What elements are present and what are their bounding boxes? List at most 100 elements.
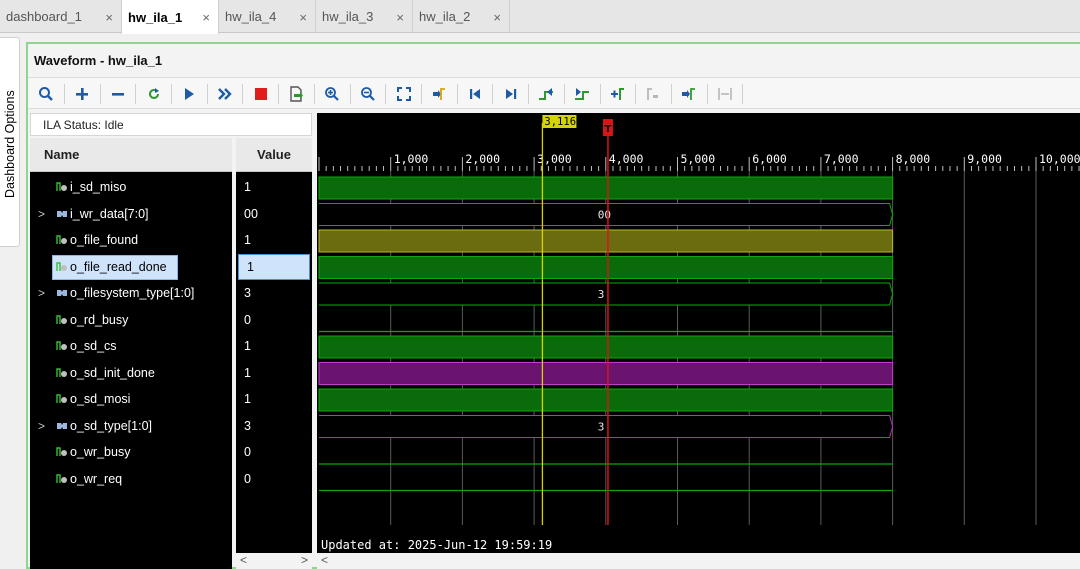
signal-value[interactable]: 1 [236,227,312,253]
signal-value[interactable]: 00 [236,201,312,227]
toolbar-separator [742,84,743,104]
ruler-tick-label: 4,000 [609,152,644,166]
run-all-icon[interactable] [215,84,235,104]
waveform-hscrollbar[interactable]: < [317,553,1080,569]
marker-icon[interactable] [429,84,449,104]
add-icon[interactable] [72,84,92,104]
search-icon[interactable] [36,84,56,104]
signal-row-o-sd-type[interactable]: > o_sd_type[1:0] [30,413,232,439]
scroll-left-arrow[interactable]: < [321,553,328,567]
toolbar-separator [421,84,422,104]
run-icon[interactable] [179,84,199,104]
close-icon[interactable]: × [299,10,307,25]
signal-value[interactable]: 0 [236,307,312,333]
tab-label: hw_ila_3 [322,9,374,24]
toolbar-separator [278,84,279,104]
toolbar-separator [314,84,315,104]
next-marker-icon[interactable] [679,84,699,104]
signal-name: o_rd_busy [70,312,129,327]
signal-row-o-filesystem-type[interactable]: > o_filesystem_type[1:0] [30,280,232,306]
signal-row-i-sd-miso[interactable]: i_sd_miso [30,174,232,200]
signal-name: i_wr_data[7:0] [70,206,149,221]
value-column-header[interactable]: Value [236,138,312,172]
swap-cursor-icon[interactable] [715,84,735,104]
expand-chevron-icon[interactable]: > [38,286,45,300]
close-icon[interactable]: × [493,10,501,25]
signal-name-panel: Name i_sd_miso > i_wr_data[7:0] o_file_foun… [30,138,232,569]
waveform-canvas[interactable]: 1,000 2,000 3,000 4,000 5,000 6,000 7,000 8,000… [317,113,1080,569]
remove-icon[interactable] [108,84,128,104]
go-last-icon[interactable] [501,84,521,104]
toolbar-separator [457,84,458,104]
signal-value[interactable]: 1 [236,386,312,412]
expand-chevron-icon[interactable]: > [38,419,45,433]
go-first-icon[interactable] [465,84,485,104]
signal-value[interactable]: 3 [236,280,312,306]
bus-signal-icon [57,210,67,217]
signal-row-o-rd-busy[interactable]: o_rd_busy [30,307,232,333]
bus-signal-icon [57,290,67,296]
next-transition-icon[interactable] [572,84,592,104]
signal-row-o-file-found[interactable]: o_file_found [30,227,232,253]
ruler-tick-label: 1,000 [394,152,429,166]
tab-dashboard-1[interactable]: dashboard_1 × [0,0,122,33]
zoom-in-icon[interactable] [322,84,342,104]
close-icon[interactable]: × [105,10,113,25]
bus-value-label: 3 [598,421,605,434]
value-hscrollbar[interactable]: < > [236,553,312,569]
tab-label: dashboard_1 [6,9,82,24]
toolbar-separator [100,84,101,104]
signal-value[interactable]: 1 [236,174,312,200]
dashboard-options-tab[interactable]: Dashboard Options [0,37,20,247]
tab-hw-ila-3[interactable]: hw_ila_3 × [316,0,413,33]
signal-row-o-wr-busy[interactable]: o_wr_busy [30,439,232,465]
zoom-out-icon[interactable] [358,84,378,104]
signal-name: o_sd_cs [70,339,117,353]
updated-timestamp: Updated at: 2025-Jun-12 19:59:19 [321,538,553,552]
signal-name: o_file_read_done [70,259,167,274]
signal-value[interactable]: 1 [236,333,312,359]
export-icon[interactable] [286,84,306,104]
signal-value[interactable]: 0 [236,466,312,492]
waveform-title: Waveform - hw_ila_1 [34,53,163,68]
refresh-icon[interactable] [144,84,164,104]
bus-waveform [319,415,894,438]
signal-row-o-wr-req[interactable]: o_wr_req [30,466,232,492]
signal-name: o_file_found [70,233,139,247]
toolbar-separator [564,84,565,104]
bus-value-label: 3 [598,288,605,301]
expand-chevron-icon[interactable]: > [38,207,45,221]
prev-transition-icon[interactable] [536,84,556,104]
signal-row-i-wr-data[interactable]: > i_wr_data[7:0] [30,201,232,227]
signal-value[interactable]: 1 [236,360,312,386]
scroll-right-arrow[interactable]: > [301,553,308,567]
toolbar-separator [600,84,601,104]
signal-value[interactable]: 3 [236,413,312,439]
signal-row-o-sd-init-done[interactable]: o_sd_init_done [30,360,232,386]
stop-icon[interactable] [251,84,271,104]
toolbar-separator [707,84,708,104]
signal-row-o-file-read-done[interactable]: o_file_read_done [30,254,232,280]
close-icon[interactable]: × [202,10,210,25]
signal-value[interactable]: 0 [236,439,312,465]
signal-name: i_sd_miso [70,180,127,194]
signal-row-o-sd-cs[interactable]: o_sd_cs [30,333,232,359]
tab-hw-ila-4[interactable]: hw_ila_4 × [219,0,316,33]
add-marker-icon[interactable] [608,84,628,104]
toolbar-separator [350,84,351,104]
prev-marker-icon[interactable] [643,84,663,104]
signal-value[interactable]: 1 [238,253,310,280]
toolbar-separator [671,84,672,104]
bit-signal-icon [56,394,67,403]
scroll-left-arrow[interactable]: < [240,553,247,567]
tab-hw-ila-1[interactable]: hw_ila_1 × [121,0,219,34]
name-column-header[interactable]: Name [30,138,232,172]
signal-row-o-sd-mosi[interactable]: o_sd_mosi [30,386,232,412]
zoom-fit-icon[interactable] [394,84,414,104]
toolbar-separator [207,84,208,104]
tab-hw-ila-2[interactable]: hw_ila_2 × [413,0,510,33]
bit-waveform-high [318,176,894,200]
close-icon[interactable]: × [396,10,404,25]
cursor-label: 3,116 [544,116,576,128]
signal-name: o_sd_type[1:0] [70,418,153,433]
